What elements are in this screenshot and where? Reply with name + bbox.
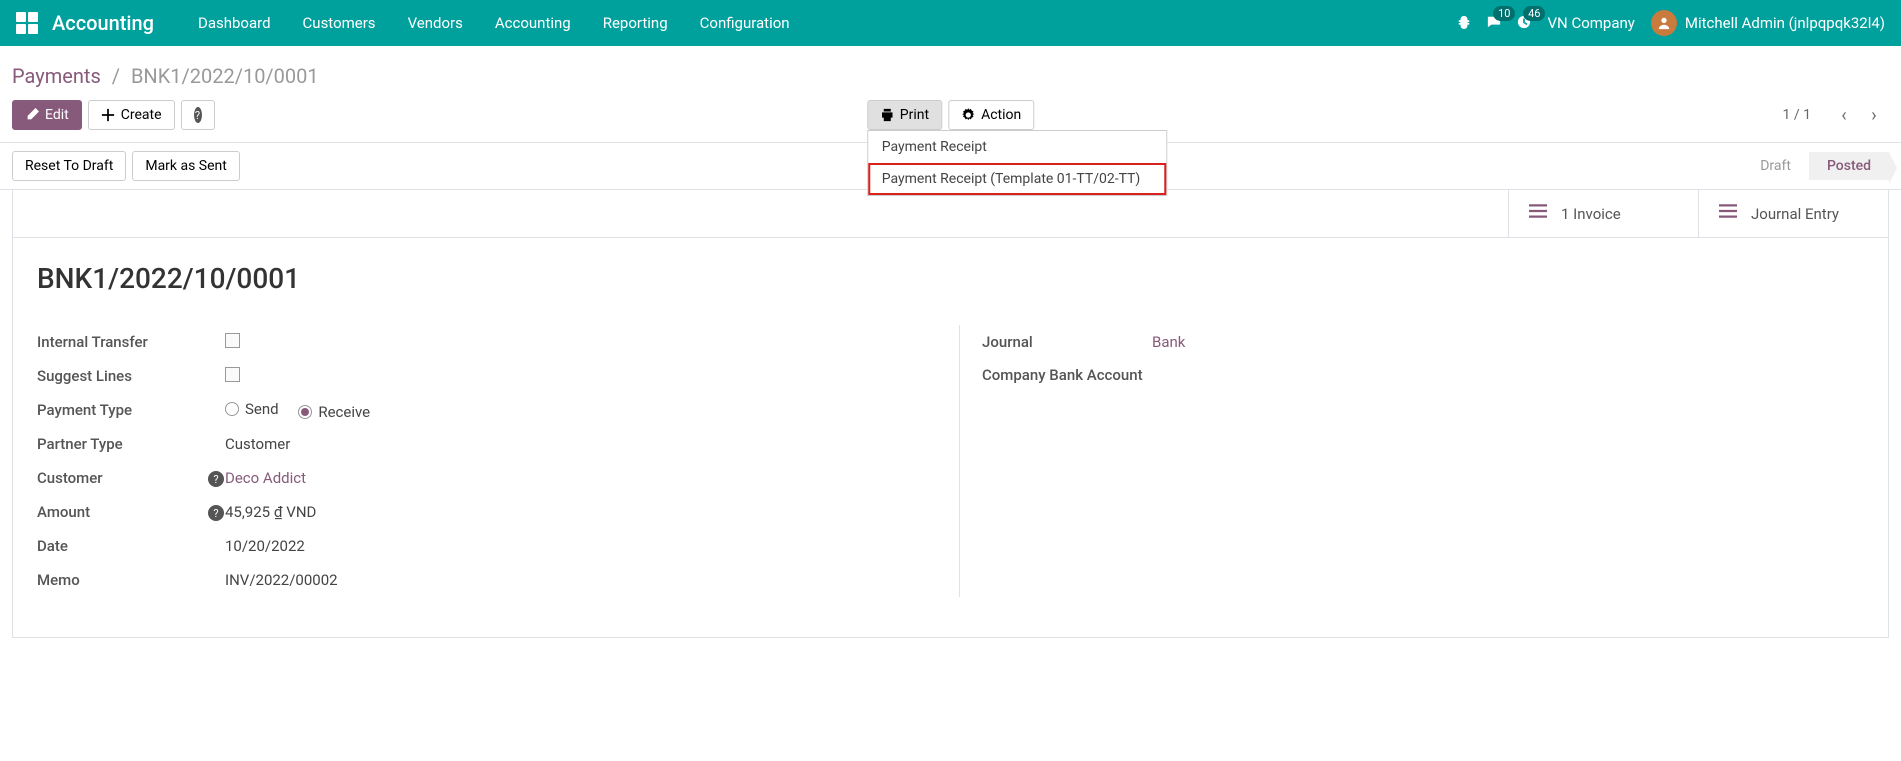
value-date: 10/20/2022 (225, 537, 305, 555)
radio-send[interactable]: Send (225, 400, 279, 418)
create-button[interactable]: Create (88, 100, 175, 130)
nav-vendors[interactable]: Vendors (392, 0, 479, 46)
company-switcher[interactable]: VN Company (1547, 14, 1634, 32)
nav-menu: Dashboard Customers Vendors Accounting R… (182, 0, 806, 46)
bars-icon (1529, 202, 1547, 225)
breadcrumb: Payments / BNK1/2022/10/0001 (0, 46, 1901, 96)
value-customer[interactable]: Deco Addict (225, 469, 306, 487)
messages-icon[interactable]: 10 (1487, 14, 1501, 33)
breadcrumb-sep: / (112, 64, 120, 88)
pager-prev[interactable]: ‹ (1829, 100, 1859, 130)
create-label: Create (121, 107, 162, 123)
nav-configuration[interactable]: Configuration (684, 0, 806, 46)
action-label: Action (981, 107, 1021, 123)
label-payment-type: Payment Type (37, 401, 207, 419)
label-internal-transfer: Internal Transfer (37, 333, 207, 351)
checkbox-suggest-lines[interactable] (225, 367, 240, 382)
breadcrumb-current: BNK1/2022/10/0001 (131, 64, 319, 88)
mark-sent-button[interactable]: Mark as Sent (132, 151, 240, 181)
print-receipt[interactable]: Payment Receipt (868, 131, 1166, 163)
edit-label: Edit (45, 107, 69, 123)
pager-next[interactable]: › (1859, 100, 1889, 130)
pencil-icon (25, 108, 39, 122)
label-customer: Customer (37, 469, 207, 487)
radio-receive[interactable]: Receive (298, 403, 370, 421)
avatar (1651, 10, 1677, 36)
gear-icon (961, 108, 975, 122)
label-company-bank-account: Company Bank Account (982, 366, 1152, 386)
main-navbar: Accounting Dashboard Customers Vendors A… (0, 0, 1901, 46)
user-menu[interactable]: Mitchell Admin (jnlpqpqk32l4) (1651, 10, 1885, 36)
nav-reporting[interactable]: Reporting (587, 0, 684, 46)
status-stages: Draft Posted (1742, 152, 1889, 180)
activities-badge: 46 (1523, 6, 1545, 21)
checkbox-internal-transfer[interactable] (225, 333, 240, 348)
label-partner-type: Partner Type (37, 435, 207, 453)
stage-posted[interactable]: Posted (1809, 152, 1889, 180)
messages-badge: 10 (1493, 6, 1515, 21)
activities-icon[interactable]: 46 (1517, 14, 1531, 33)
app-title[interactable]: Accounting (52, 11, 154, 35)
print-label: Print (900, 107, 929, 123)
help-icon[interactable]: ? (208, 505, 224, 521)
label-amount: Amount (37, 503, 207, 521)
record-title: BNK1/2022/10/0001 (37, 262, 1864, 295)
value-memo: INV/2022/00002 (225, 571, 338, 589)
edit-button[interactable]: Edit (12, 100, 82, 130)
print-icon (880, 108, 894, 122)
print-dropdown: Payment Receipt Payment Receipt (Templat… (867, 130, 1167, 196)
action-button[interactable]: Action (948, 100, 1034, 130)
help-button[interactable]: ? (181, 100, 215, 130)
journal-entry-label: Journal Entry (1751, 205, 1839, 223)
reset-draft-button[interactable]: Reset To Draft (12, 151, 126, 181)
plus-icon (101, 108, 115, 122)
label-suggest-lines: Suggest Lines (37, 367, 207, 385)
stat-invoice[interactable]: 1 Invoice (1508, 190, 1698, 237)
user-name: Mitchell Admin (jnlpqpqk32l4) (1685, 14, 1885, 32)
pager-count[interactable]: 1 / 1 (1783, 107, 1811, 123)
print-receipt-template[interactable]: Payment Receipt (Template 01-TT/02-TT) (868, 163, 1166, 195)
debug-icon[interactable] (1457, 14, 1471, 33)
value-partner-type: Customer (225, 435, 290, 453)
apps-icon[interactable] (16, 12, 38, 34)
label-journal: Journal (982, 333, 1152, 351)
invoice-count: 1 (1561, 205, 1569, 223)
stat-journal-entry[interactable]: Journal Entry (1698, 190, 1888, 237)
bars-icon (1719, 202, 1737, 225)
invoice-label: Invoice (1573, 205, 1621, 223)
help-icon[interactable]: ? (208, 471, 224, 487)
label-memo: Memo (37, 571, 207, 589)
nav-accounting[interactable]: Accounting (479, 0, 587, 46)
nav-dashboard[interactable]: Dashboard (182, 0, 287, 46)
question-icon: ? (194, 107, 202, 123)
control-bar: Edit Create ? Print Payment Receipt Paym… (0, 96, 1901, 143)
breadcrumb-parent[interactable]: Payments (12, 64, 101, 88)
value-journal[interactable]: Bank (1152, 333, 1185, 351)
value-amount: 45,925 ₫ VND (225, 503, 316, 521)
print-button[interactable]: Print (867, 100, 942, 130)
label-date: Date (37, 537, 207, 555)
form-sheet: 1 Invoice Journal Entry BNK1/2022/10/000… (12, 190, 1889, 638)
stage-draft[interactable]: Draft (1742, 152, 1809, 180)
nav-customers[interactable]: Customers (287, 0, 392, 46)
